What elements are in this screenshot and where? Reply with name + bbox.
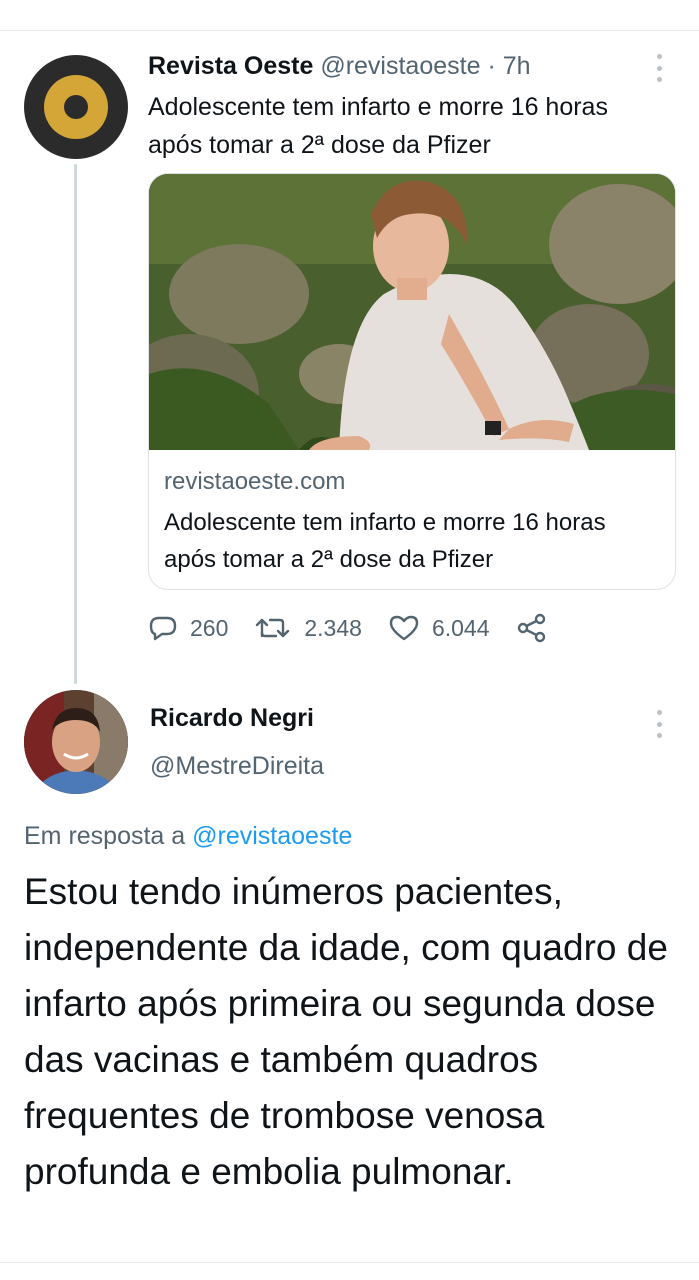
more-icon[interactable] — [656, 54, 662, 82]
share-button[interactable] — [516, 613, 560, 643]
tweet-text: Adolescente tem infarto e morre 16 horas… — [148, 93, 608, 159]
reply-button[interactable]: 260 — [148, 614, 228, 642]
like-icon — [389, 615, 419, 641]
avatar-revista-oeste[interactable] — [24, 55, 128, 159]
link-card[interactable]: revistaoeste.com Adolescente tem infarto… — [148, 173, 676, 590]
retweet-count: 2.348 — [304, 614, 362, 641]
reply-author-name[interactable]: Ricardo Negri — [150, 704, 314, 733]
tweet-author-name[interactable]: Revista Oeste — [148, 52, 313, 80]
like-count: 6.044 — [431, 614, 490, 641]
tweet-time[interactable]: · 7h — [487, 52, 530, 80]
tweet-actions: 260 2.348 6.044 — [148, 610, 560, 646]
reply-context: Em resposta a @revistaoeste — [24, 822, 352, 851]
like-button[interactable]: 6.044 — [388, 614, 490, 642]
avatar-ricardo-negri[interactable] — [24, 690, 128, 794]
tweet-author-handle[interactable]: @revistaoeste — [320, 52, 480, 80]
share-icon — [517, 613, 545, 643]
card-title: Adolescente tem infarto e morre 16 horas… — [164, 509, 606, 573]
reply-count: 260 — [190, 614, 229, 641]
top-divider — [0, 30, 699, 31]
reply-to-mention[interactable]: @revistaoeste — [192, 822, 352, 850]
reply-text: Estou tendo inúmeros pacientes, independ… — [24, 871, 668, 1192]
reply-to-prefix: Em resposta a — [24, 822, 186, 850]
card-domain: revistaoeste.com — [164, 468, 346, 495]
thread-connector — [74, 164, 77, 684]
reply-author-handle[interactable]: @MestreDireita — [150, 752, 324, 781]
more-icon[interactable] — [656, 710, 662, 738]
retweet-button[interactable]: 2.348 — [254, 614, 362, 642]
bottom-divider — [0, 1262, 699, 1263]
reply-icon — [149, 616, 177, 641]
card-image — [149, 174, 675, 450]
tweet-header: Revista Oeste @revistaoeste · 7h — [148, 50, 531, 82]
logo-center — [64, 95, 88, 119]
retweet-icon — [256, 618, 290, 638]
